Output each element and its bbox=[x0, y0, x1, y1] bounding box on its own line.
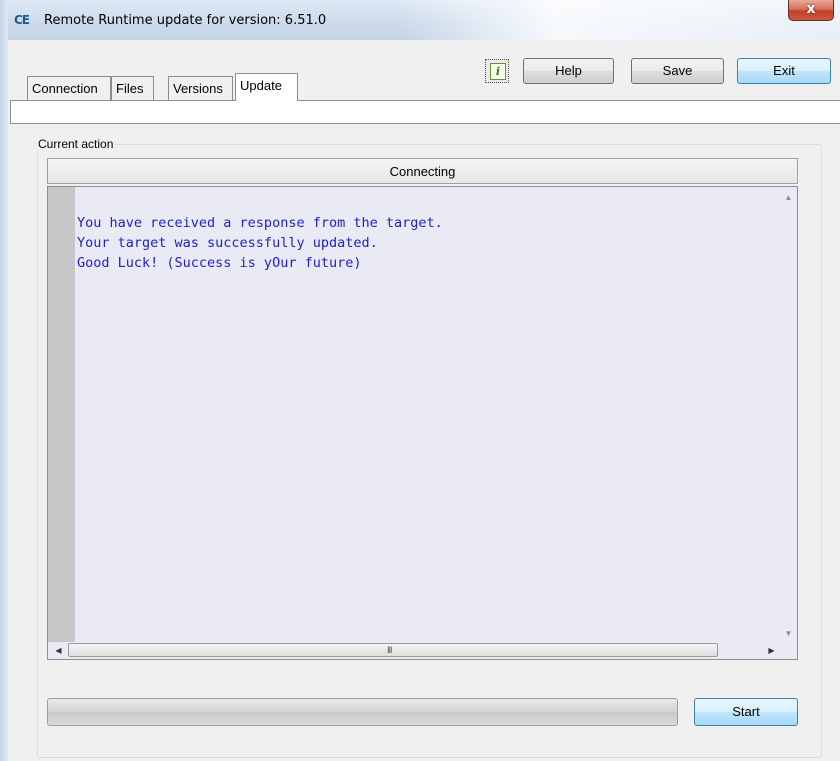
client-area: Connection Files Versions Update i Help … bbox=[10, 40, 840, 761]
progress-bar bbox=[47, 698, 678, 726]
tab-update[interactable]: Update bbox=[235, 73, 298, 101]
tab-versions[interactable]: Versions bbox=[168, 76, 233, 100]
scroll-grip-icon: III bbox=[387, 645, 392, 655]
log-line: You have received a response from the ta… bbox=[77, 215, 443, 231]
title-bar[interactable]: CE Remote Runtime update for version: 6.… bbox=[0, 0, 840, 40]
horizontal-scrollbar[interactable]: ◀ III ▶ bbox=[48, 642, 780, 659]
tab-files[interactable]: Files bbox=[111, 76, 154, 100]
scroll-down-icon[interactable]: ▼ bbox=[780, 625, 797, 642]
horizontal-scroll-thumb[interactable]: III bbox=[68, 643, 718, 657]
app-icon: CE bbox=[14, 13, 30, 27]
window-title: Remote Runtime update for version: 6.51.… bbox=[44, 13, 327, 28]
app-window: CE Remote Runtime update for version: 6.… bbox=[0, 0, 840, 761]
help-button[interactable]: Help bbox=[523, 58, 614, 84]
scroll-up-icon[interactable]: ▲ bbox=[780, 189, 797, 206]
scroll-right-icon[interactable]: ▶ bbox=[763, 642, 780, 659]
log-text: You have received a response from the ta… bbox=[77, 213, 443, 273]
log-line: Your target was successfully updated. bbox=[77, 235, 378, 251]
tab-connection[interactable]: Connection bbox=[27, 76, 111, 100]
log-output[interactable]: You have received a response from the ta… bbox=[47, 186, 798, 660]
info-icon: i bbox=[490, 63, 506, 80]
scroll-left-icon[interactable]: ◀ bbox=[50, 642, 67, 659]
save-button[interactable]: Save bbox=[631, 58, 724, 84]
tab-panel-header bbox=[10, 100, 840, 124]
vertical-scrollbar[interactable]: ▲ ▼ bbox=[780, 187, 797, 642]
exit-button[interactable]: Exit bbox=[737, 58, 831, 84]
info-button[interactable]: i bbox=[485, 59, 509, 83]
start-button[interactable]: Start bbox=[694, 698, 798, 726]
log-line: Good Luck! (Success is yOur future) bbox=[77, 255, 362, 271]
status-text: Connecting bbox=[47, 158, 798, 184]
close-button[interactable]: x bbox=[788, 0, 834, 21]
window-border bbox=[0, 0, 8, 761]
close-icon: x bbox=[806, 1, 816, 17]
log-gutter bbox=[48, 187, 75, 659]
current-action-label: Current action bbox=[36, 137, 116, 151]
